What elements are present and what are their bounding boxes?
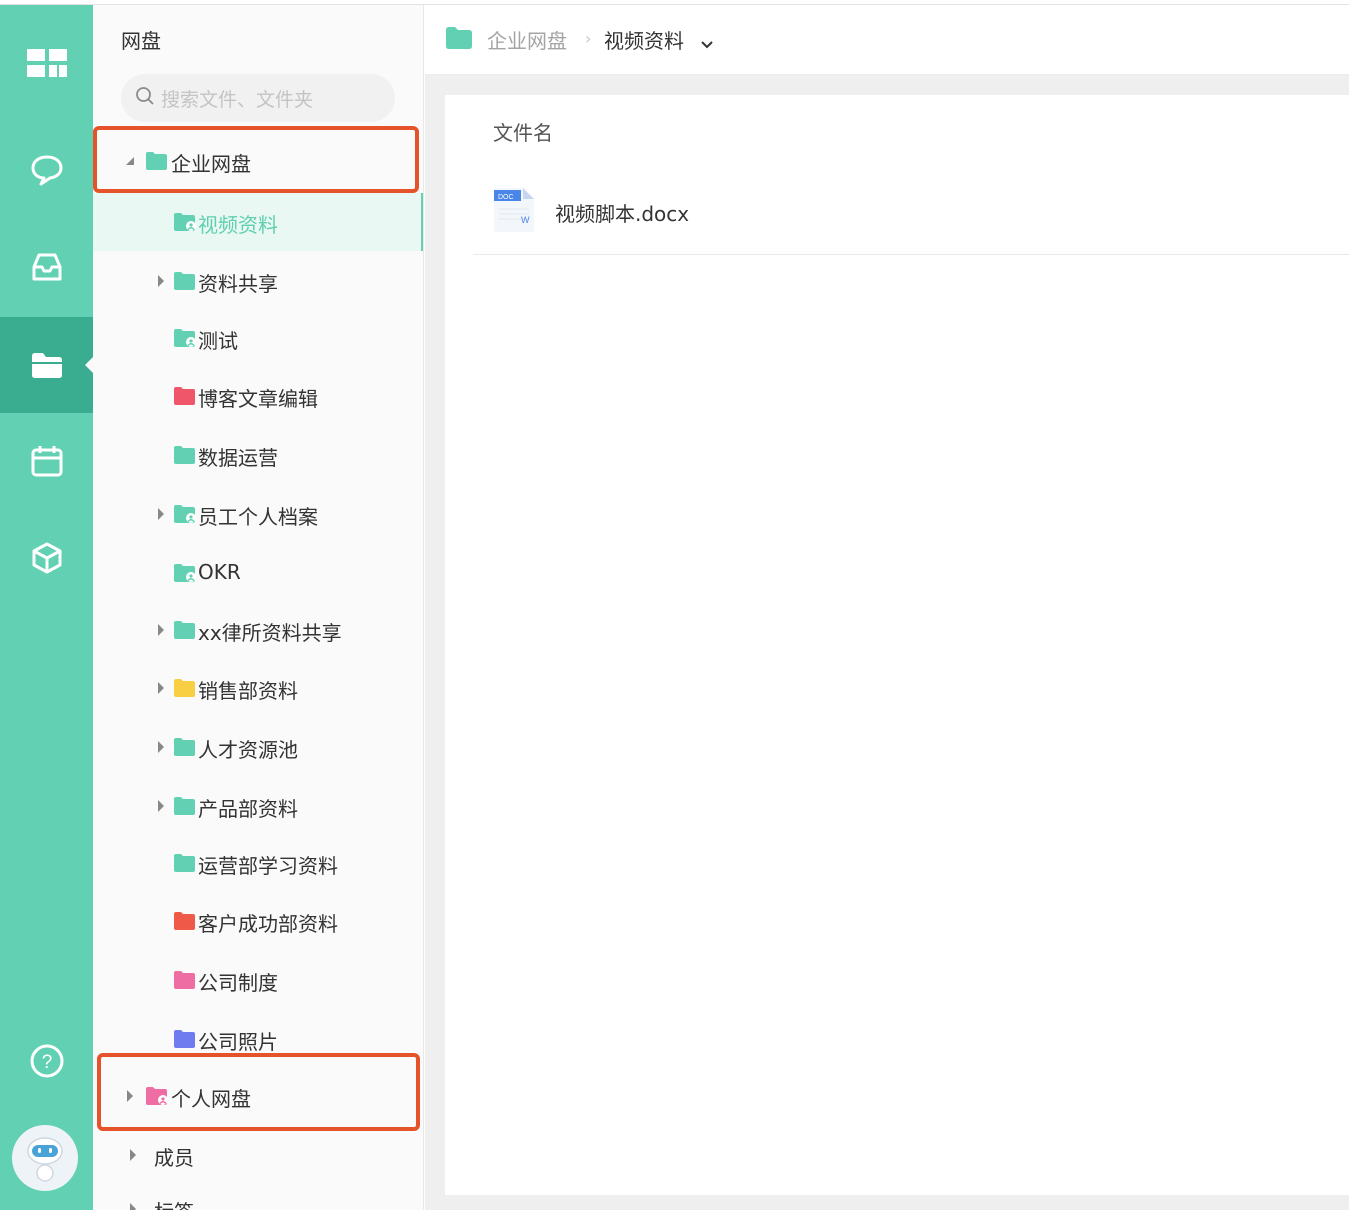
breadcrumb-current[interactable]: 视频资料	[604, 25, 684, 54]
tree-item-label: xx律所资料共享	[198, 621, 342, 645]
calendar-nav-button[interactable]	[0, 413, 93, 509]
folder-icon	[173, 911, 197, 936]
breadcrumb: 企业网盘 › 视频资料	[425, 5, 1349, 75]
caret-right-icon[interactable]	[128, 1202, 138, 1210]
folder-icon	[173, 271, 197, 296]
folder-icon	[173, 737, 197, 762]
tree-item-label: 运营部学习资料	[198, 854, 338, 878]
caret-right-icon[interactable]	[156, 623, 166, 637]
tree-item[interactable]: 资料共享	[93, 252, 423, 310]
app-nav-rail: ?	[0, 5, 93, 1210]
search-placeholder: 搜索文件、文件夹	[161, 88, 314, 111]
tree-item[interactable]: 销售部资料	[93, 659, 423, 717]
highlight-personal-drive	[97, 1053, 420, 1131]
folder-icon	[173, 853, 197, 878]
tree-item-label: 视频资料	[198, 213, 278, 237]
window-top-border	[0, 0, 1349, 5]
tree-item-label: OKR	[198, 560, 241, 584]
shared-folder-icon	[173, 563, 197, 588]
caret-right-icon[interactable]	[156, 681, 166, 695]
svg-text:W: W	[521, 215, 530, 225]
tree-item-label: 员工个人档案	[198, 505, 318, 529]
tree-item-label: 产品部资料	[198, 797, 298, 821]
caret-right-icon[interactable]	[128, 1148, 138, 1162]
caret-right-icon[interactable]	[156, 507, 166, 521]
folder-icon	[173, 386, 197, 411]
svg-text:?: ?	[41, 1052, 52, 1073]
dashboard-nav-button[interactable]	[0, 15, 93, 111]
breadcrumb-separator: ›	[585, 29, 592, 48]
shared-folder-icon	[173, 328, 197, 353]
inbox-icon	[30, 251, 64, 283]
tree-item-label: 公司制度	[198, 971, 278, 995]
tree-item-label: 人才资源池	[198, 738, 298, 762]
tree-item[interactable]: 人才资源池	[93, 718, 423, 776]
search-input[interactable]: 搜索文件、文件夹	[121, 74, 395, 122]
chat-icon	[30, 154, 64, 186]
robot-avatar-icon[interactable]	[12, 1125, 78, 1191]
tree-item[interactable]: 测试	[93, 309, 423, 367]
tree-item[interactable]: xx律所资料共享	[93, 601, 423, 659]
folder-icon	[173, 445, 197, 470]
tree-item[interactable]: 博客文章编辑	[93, 367, 423, 425]
folder-icon	[173, 620, 197, 645]
caret-right-icon[interactable]	[156, 274, 166, 288]
dashboard-icon	[25, 47, 69, 79]
breadcrumb-folder-icon	[445, 26, 473, 54]
highlight-enterprise-drive	[93, 126, 419, 193]
tree-item[interactable]: 产品部资料	[93, 777, 423, 835]
inbox-nav-button[interactable]	[0, 219, 93, 315]
tree-item-label: 数据运营	[198, 446, 278, 470]
folder-icon	[30, 350, 64, 380]
file-row[interactable]: DOC W 视频脚本.docx	[473, 165, 1349, 255]
tree-item[interactable]: 客户成功部资料	[93, 892, 423, 950]
tree-item-label: 测试	[198, 329, 238, 353]
column-header-filename[interactable]: 文件名	[493, 117, 553, 146]
svg-text:DOC: DOC	[498, 194, 514, 201]
caret-right-icon[interactable]	[156, 740, 166, 754]
tree-item[interactable]: 标签	[93, 1180, 423, 1210]
file-name[interactable]: 视频脚本.docx	[555, 198, 689, 227]
tree-item[interactable]: 视频资料	[93, 193, 423, 251]
folder-icon	[173, 796, 197, 821]
cube-icon	[30, 541, 64, 575]
caret-right-icon[interactable]	[156, 799, 166, 813]
tree-item-label: 客户成功部资料	[198, 912, 338, 936]
main-content: 企业网盘 › 视频资料 文件名 DOC W 视频脚本.docx	[425, 5, 1349, 1210]
help-button[interactable]: ?	[0, 1013, 93, 1109]
tree-item[interactable]: 员工个人档案	[93, 485, 423, 543]
help-icon: ?	[29, 1043, 65, 1079]
folder-icon	[173, 678, 197, 703]
folder-icon	[173, 970, 197, 995]
shared-folder-icon	[173, 504, 197, 529]
tree-item-label: 公司照片	[198, 1030, 278, 1054]
tree-item-label: 成员	[154, 1146, 194, 1170]
search-icon	[135, 86, 155, 110]
apps-nav-button[interactable]	[0, 510, 93, 606]
drive-tree-sidebar: 网盘 搜索文件、文件夹 企业网盘 视频资料 资料共享 测试 博客文章编辑 数据运营 员工个人…	[93, 5, 424, 1210]
folder-icon	[173, 1029, 197, 1054]
tree-item[interactable]: 成员	[93, 1126, 423, 1184]
tree-item-label: 销售部资料	[198, 679, 298, 703]
chat-nav-button[interactable]	[0, 122, 93, 218]
tree-item-label: 资料共享	[198, 272, 278, 296]
tree-item[interactable]: 公司制度	[93, 951, 423, 1009]
calendar-icon	[30, 444, 64, 478]
shared-folder-icon	[173, 212, 197, 237]
chevron-down-icon[interactable]	[700, 35, 714, 54]
tree-item[interactable]: 数据运营	[93, 426, 423, 484]
tree-item[interactable]: OKR	[93, 544, 423, 602]
tree-item-label: 标签	[154, 1196, 194, 1210]
drive-nav-button[interactable]	[0, 317, 93, 413]
breadcrumb-root[interactable]: 企业网盘	[487, 25, 567, 54]
file-list-panel: 文件名 DOC W 视频脚本.docx	[445, 95, 1349, 1195]
tree-item-label: 博客文章编辑	[198, 387, 318, 411]
tree-item[interactable]: 运营部学习资料	[93, 834, 423, 892]
sidebar-title: 网盘	[121, 29, 161, 53]
docx-file-icon: DOC W	[493, 187, 535, 237]
